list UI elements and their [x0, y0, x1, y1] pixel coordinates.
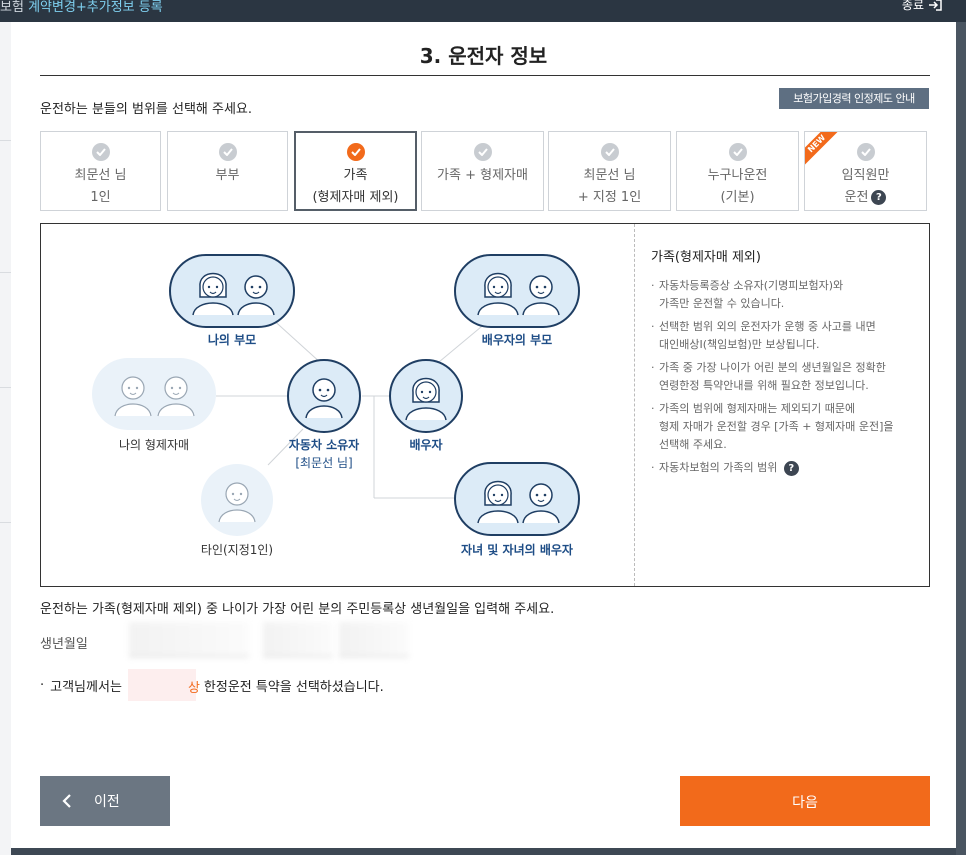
option-family-siblings[interactable]: 가족 + 형제자매 [421, 131, 544, 211]
check-icon [346, 143, 365, 161]
info-item: 선택한 범위 외의 운전자가 운행 중 사고를 내면대인배상I(책임보험)만 보… [651, 318, 929, 354]
info-title: 가족(형제자매 제외) [651, 250, 761, 265]
option-self-plus-one[interactable]: 최문선 님 + 지정 1인 [548, 131, 671, 211]
range-instruction: 운전하는 분들의 범위를 선택해 주세요. [40, 102, 253, 117]
exit-icon [929, 0, 942, 11]
help-icon[interactable]: ? [871, 190, 887, 205]
option-label: 누구나운전 [707, 168, 768, 183]
label-owner: 자동차 소유자 [288, 438, 360, 452]
option-sublabel: (형제자매 제외) [312, 190, 399, 205]
info-item-family-range: 자동차보험의 가족의 범위 ? [651, 459, 929, 477]
close-label: 종료 [901, 0, 924, 12]
next-button[interactable]: 다음 [680, 776, 930, 826]
check-icon [728, 143, 747, 161]
label-spouse-parents: 배우자의 부모 [481, 333, 553, 347]
option-label: 가족 + 형제자매 [437, 168, 528, 183]
check-icon [600, 143, 619, 161]
option-label: 부부 [215, 168, 240, 183]
title-divider [40, 75, 930, 76]
option-couple[interactable]: 부부 [167, 131, 288, 211]
option-sublabel: 1인 [90, 190, 111, 205]
info-item: 가족 중 가장 나이가 어린 분의 생년월일은 정확한연령한정 특약안내를 위해… [651, 359, 929, 395]
notice-tail: 상 [187, 681, 200, 696]
option-sublabel: 운전 [844, 190, 869, 205]
birth-year-field[interactable] [129, 622, 249, 657]
birthdate-label: 생년월일 [40, 637, 88, 652]
notice-suffix: 한정운전 특약을 선택하셨습니다. [203, 679, 384, 695]
driver-range-options: 최문선 님 1인 부부 가족 (형제자매 제외) 가족 + 형제자매 최문선 님 + … [40, 131, 930, 213]
label-other-person: 타인(지정1인) [200, 543, 274, 557]
previous-button[interactable]: 이전 [40, 776, 170, 826]
option-label: 최문선 님 [583, 168, 636, 183]
new-badge: NEW [805, 132, 843, 170]
range-info-panel: 가족(형제자매 제외) 자동차등록증상 소유자(기명피보험자)와가족만 운전할 … [634, 224, 929, 586]
age-limit-notice: · 고객님께서는 상 한정운전 특약을 선택하셨습니다. [40, 669, 384, 701]
birthdate-instruction: 운전하는 가족(형제자매 제외) 중 나이가 가장 어린 분의 주민등록상 생년… [40, 602, 555, 617]
label-my-siblings: 나의 형제자매 [118, 438, 190, 452]
check-icon [218, 143, 237, 161]
option-sublabel: (기본) [720, 190, 755, 205]
chevron-left-icon [62, 794, 71, 808]
birth-month-field[interactable] [263, 622, 333, 657]
label-spouse: 배우자 [409, 438, 443, 452]
previous-label: 이전 [94, 793, 120, 809]
option-label: 최문선 님 [74, 168, 127, 183]
driver-info-modal: 3. 운전자 정보 운전하는 분들의 범위를 선택해 주세요. 보험가입경력 인… [11, 22, 956, 848]
label-owner-name: [최문선 님] [295, 456, 353, 470]
family-diagram-graphic [92, 254, 580, 536]
background-scrollbar [956, 22, 966, 855]
option-sublabel: + 지정 1인 [577, 190, 642, 205]
check-icon [91, 143, 110, 161]
option-label: 가족 [343, 168, 368, 183]
info-item: 가족의 범위에 형제자매는 제외되기 때문에형제 자매가 운전할 경우 [가족 … [651, 400, 929, 454]
option-family[interactable]: 가족 (형제자매 제외) [294, 131, 417, 211]
top-bar: 보험 계약변경+추가정보 등록 종료 [0, 0, 966, 22]
option-employees-only[interactable]: NEW 임직원만운전? [804, 131, 927, 211]
breadcrumb-current: 계약변경+추가정보 등록 [28, 0, 163, 15]
page-title: 3. 운전자 정보 [419, 44, 548, 68]
family-range-diagram: 나의 부모 배우자의 부모 나의 형제자매 자동차 소유자 [최문선 님] 배우… [40, 223, 930, 587]
option-anyone[interactable]: 누구나운전 (기본) [676, 131, 799, 211]
masked-age-value: 상 [127, 669, 200, 701]
option-label: 임직원만 [841, 168, 890, 183]
breadcrumb-prefix: 보험 [0, 0, 24, 15]
notice-prefix: 고객님께서는 [50, 679, 122, 695]
birth-day-field[interactable] [339, 622, 409, 657]
label-my-parents: 나의 부모 [207, 333, 257, 347]
check-icon [473, 143, 492, 161]
check-icon [856, 143, 875, 161]
help-icon[interactable]: ? [783, 460, 799, 476]
breadcrumb: 보험 계약변경+추가정보 등록 [0, 0, 163, 15]
insurance-history-guide-button[interactable]: 보험가입경력 인정제도 안내 [779, 88, 929, 109]
birthdate-fields [129, 622, 409, 658]
info-item: 자동차등록증상 소유자(기명피보험자)와가족만 운전할 수 있습니다. [651, 277, 929, 313]
option-self-only[interactable]: 최문선 님 1인 [40, 131, 161, 211]
background-panel [0, 22, 11, 855]
close-button[interactable]: 종료 [902, 0, 942, 13]
label-children: 자녀 및 자녀의 배우자 [461, 543, 573, 557]
